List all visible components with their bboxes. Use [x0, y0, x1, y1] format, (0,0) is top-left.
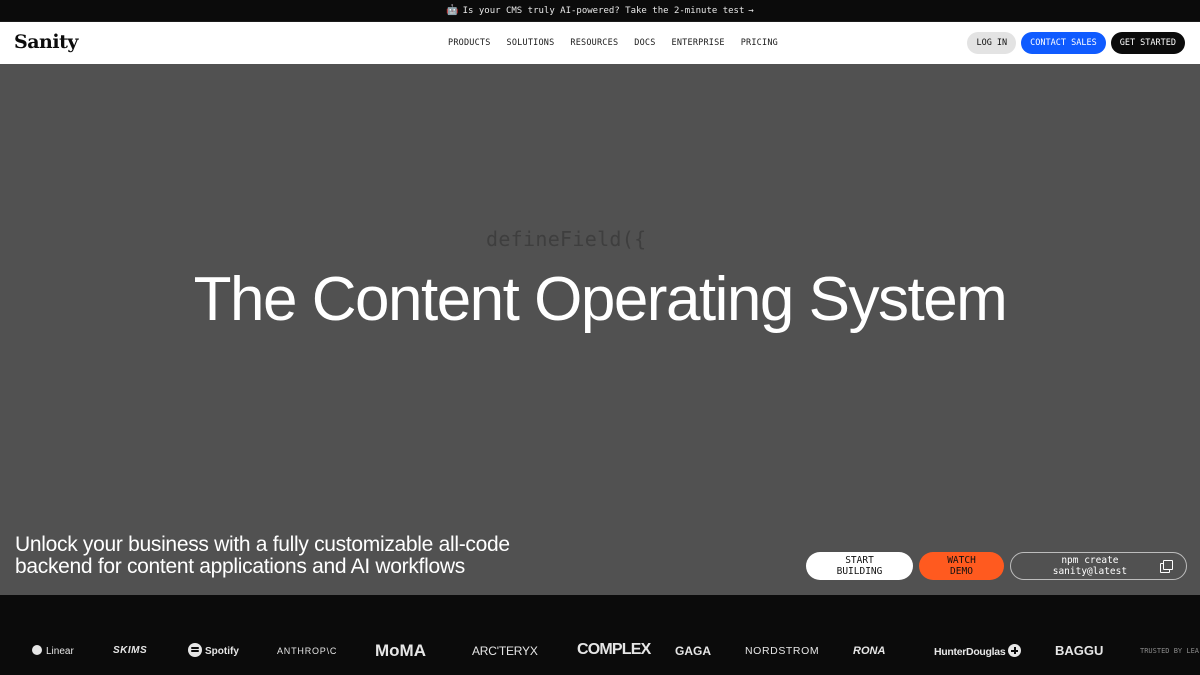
- linear-icon: [32, 645, 42, 655]
- code-snippet: defineField({: [486, 227, 647, 251]
- copy-icon: [1159, 560, 1174, 573]
- arrow-right-icon: →: [748, 5, 754, 16]
- npm-copy-button[interactable]: npm create sanity@latest: [1010, 552, 1187, 580]
- hunterdouglas-icon: [1008, 644, 1022, 657]
- nav-actions: LOG IN CONTACT SALES GET STARTED: [967, 32, 1185, 54]
- menu-enterprise[interactable]: ENTERPRISE: [672, 38, 725, 48]
- main-menu: PRODUCTS SOLUTIONS RESOURCES DOCS ENTERP…: [448, 22, 778, 64]
- menu-resources[interactable]: RESOURCES: [570, 38, 618, 48]
- logo-baggu: BAGGU: [1055, 643, 1104, 658]
- menu-solutions[interactable]: SOLUTIONS: [507, 38, 555, 48]
- spotify-icon: [188, 643, 202, 657]
- logo-complex: COMPLEX: [577, 641, 651, 658]
- hero-subheading: Unlock your business with a fully custom…: [15, 534, 575, 578]
- logo-anthropic: ANTHROP\C: [277, 646, 338, 656]
- logo-linear: Linear: [32, 645, 74, 657]
- hero-headline: The Content Operating System: [193, 265, 1008, 334]
- logo-rona: RONA: [853, 645, 886, 657]
- watch-demo-button[interactable]: WATCH DEMO: [919, 552, 1004, 580]
- trusted-by-label: TRUSTED BY LEA: [1140, 647, 1200, 655]
- sanity-logo[interactable]: Sanity: [14, 31, 78, 53]
- get-started-button[interactable]: GET STARTED: [1110, 32, 1185, 54]
- subheading-line-1: Unlock your business with a fully custom…: [15, 533, 510, 556]
- login-button[interactable]: LOG IN: [967, 32, 1017, 54]
- logo-arcteryx: ARC'TERYX: [472, 644, 538, 658]
- logo-spotify: Spotify: [188, 643, 239, 657]
- contact-sales-button[interactable]: CONTACT SALES: [1021, 32, 1106, 54]
- top-navigation: Sanity PRODUCTS SOLUTIONS RESOURCES DOCS…: [0, 22, 1200, 64]
- announcement-bar[interactable]: 🤖 Is your CMS truly AI-powered? Take the…: [0, 0, 1200, 22]
- logo-gaga: GAGA: [675, 644, 711, 658]
- logo-skims: SKIMS: [113, 645, 148, 656]
- logo-moma: MoMA: [375, 641, 426, 660]
- announcement-text[interactable]: Is your CMS truly AI-powered? Take the 2…: [463, 6, 745, 16]
- start-building-button[interactable]: START BUILDING: [806, 552, 913, 580]
- hero-actions: START BUILDING WATCH DEMO npm create san…: [806, 552, 1187, 580]
- logo-hunterdouglas: HunterDouglas: [934, 644, 1022, 658]
- menu-products[interactable]: PRODUCTS: [448, 38, 491, 48]
- robot-icon: 🤖: [446, 5, 459, 16]
- menu-pricing[interactable]: PRICING: [741, 38, 778, 48]
- menu-docs[interactable]: DOCS: [634, 38, 655, 48]
- logo-nordstrom: NORDSTROM: [745, 645, 820, 657]
- customer-logos: Linear SKIMS Spotify ANTHROP\C MoMA ARC'…: [0, 595, 1200, 675]
- hero-section: defineField({ The Content Operating Syst…: [0, 64, 1200, 595]
- npm-command: npm create sanity@latest: [1052, 555, 1128, 577]
- subheading-line-2: backend for content applications and AI …: [15, 555, 465, 578]
